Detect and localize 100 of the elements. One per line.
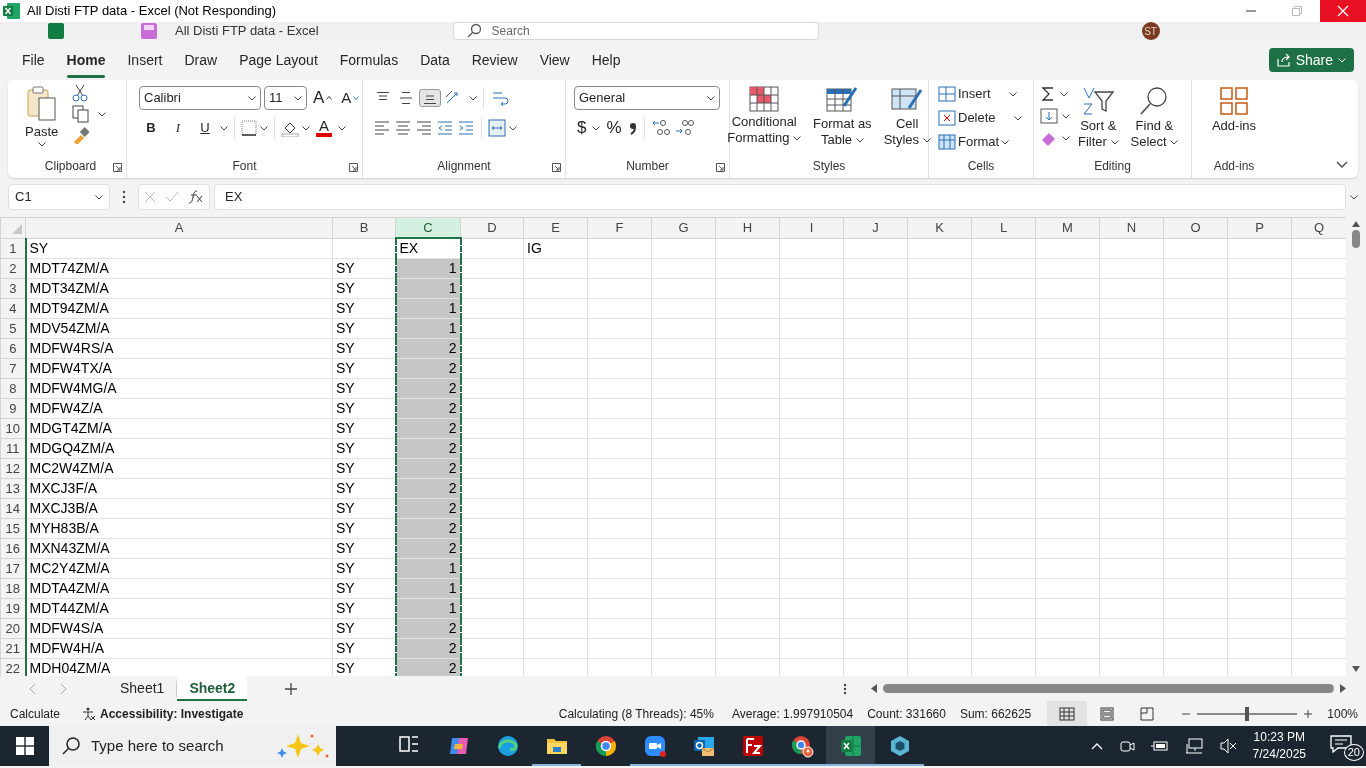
column-header[interactable]: N (1099, 217, 1164, 238)
eraser-icon[interactable] (1040, 130, 1058, 146)
column-header[interactable]: F (587, 217, 652, 238)
cell[interactable]: MYH83B/A (25, 518, 333, 539)
format-as-table-button[interactable]: Format as Table (809, 84, 876, 150)
comma-style-icon[interactable] (627, 120, 638, 136)
cell[interactable]: MXCJ3B/A (25, 498, 333, 519)
cell[interactable]: MC2W4ZM/A (25, 458, 333, 479)
row-header[interactable]: 8 (0, 378, 26, 399)
column-header[interactable]: B (332, 217, 396, 238)
insert-cells-button[interactable]: Insert (935, 84, 1020, 104)
row-header[interactable]: 14 (0, 498, 26, 519)
dialog-launcher-icon[interactable] (349, 163, 358, 172)
cell[interactable]: 2 (395, 498, 461, 519)
find-select-button[interactable]: Find & Select (1126, 84, 1183, 152)
taskbar-search-field[interactable]: Type here to search (49, 726, 336, 766)
dialog-launcher-icon[interactable] (552, 163, 561, 172)
row-header[interactable]: 3 (0, 278, 26, 299)
fill-down-icon[interactable] (1040, 108, 1058, 124)
ribbon-tab[interactable]: Page Layout (229, 45, 328, 75)
cell[interactable]: 2 (395, 638, 461, 659)
row-header[interactable]: 18 (0, 578, 26, 599)
cell[interactable]: 2 (395, 458, 461, 479)
cell[interactable]: 1 (395, 258, 461, 279)
column-header[interactable]: E (523, 217, 588, 238)
cell-styles-button[interactable]: Cell Styles (879, 84, 935, 150)
battery-icon[interactable] (1150, 740, 1169, 752)
italic-button[interactable]: I (166, 118, 190, 138)
align-right-icon[interactable] (415, 120, 433, 136)
cell[interactable]: 1 (395, 278, 461, 299)
row-header[interactable]: 19 (0, 598, 26, 619)
dialog-launcher-icon[interactable] (716, 163, 725, 172)
column-header[interactable]: H (715, 217, 780, 238)
row-header[interactable]: 4 (0, 298, 26, 319)
ribbon-tab[interactable]: View (529, 45, 580, 75)
column-header[interactable]: G (651, 217, 716, 238)
ribbon-tab[interactable]: Home (56, 45, 116, 75)
zoom-in-icon[interactable] (1303, 708, 1314, 719)
share-button[interactable]: Share (1268, 48, 1354, 72)
function-icon[interactable] (188, 190, 205, 204)
column-header[interactable]: I (779, 217, 844, 238)
paste-button[interactable]: Paste (21, 84, 63, 149)
column-header[interactable]: O (1163, 217, 1228, 238)
column-header[interactable]: P (1227, 217, 1292, 238)
taskbar-clock[interactable]: 10:23 PM 7/24/2025 (1252, 729, 1306, 763)
row-header[interactable]: 6 (0, 338, 26, 359)
percent-button[interactable]: % (603, 118, 625, 138)
scrollbar-thumb[interactable] (883, 684, 1334, 693)
font-color-button[interactable]: A (313, 117, 335, 139)
cell[interactable]: MDFW4Z/A (25, 398, 333, 419)
bold-button[interactable]: B (139, 118, 163, 138)
row-header[interactable]: 9 (0, 398, 26, 419)
cell[interactable]: 2 (395, 358, 461, 379)
scroll-up-icon[interactable] (1352, 221, 1360, 227)
column-header[interactable]: M (1035, 217, 1100, 238)
decrease-font-button[interactable]: A (338, 88, 363, 108)
scroll-left-icon[interactable] (871, 684, 877, 693)
scrollbar-thumb[interactable] (1352, 230, 1360, 248)
cell[interactable]: MDGT4ZM/A (25, 418, 333, 439)
cell[interactable]: MDGQ4ZM/A (25, 438, 333, 459)
row-header[interactable]: 16 (0, 538, 26, 559)
cell[interactable]: 1 (395, 598, 461, 619)
sum-icon[interactable] (1040, 86, 1056, 102)
muted-speaker-icon[interactable] (1218, 738, 1237, 754)
check-icon[interactable] (165, 191, 179, 203)
merge-cells-icon[interactable] (488, 119, 506, 137)
cell[interactable]: 2 (395, 338, 461, 359)
column-header[interactable]: D (460, 217, 524, 238)
ribbon-tab[interactable]: Formulas (329, 45, 409, 75)
ribbon-tab[interactable]: Insert (117, 45, 173, 75)
cell[interactable]: MDT34ZM/A (25, 278, 333, 299)
more-icon[interactable] (843, 682, 847, 695)
cell[interactable]: 2 (395, 618, 461, 639)
view-button[interactable] (1047, 701, 1088, 726)
cell[interactable]: 2 (395, 478, 461, 499)
number-format-field[interactable]: General (574, 86, 720, 110)
scroll-right-icon[interactable] (1340, 684, 1346, 693)
column-header[interactable]: J (843, 217, 908, 238)
add-sheet-icon[interactable] (285, 682, 298, 695)
cut-icon[interactable] (72, 84, 89, 102)
column-header[interactable]: C (395, 217, 461, 238)
name-box[interactable]: C1 (8, 184, 110, 210)
copy-icon[interactable] (72, 105, 91, 123)
zoom-slider-thumb[interactable] (1245, 706, 1250, 721)
font-size-field[interactable]: 11 (264, 86, 307, 110)
cell[interactable]: MDV54ZM/A (25, 318, 333, 339)
zoom-percentage[interactable]: 100% (1327, 704, 1358, 723)
cell[interactable]: EX (395, 238, 461, 259)
dialog-launcher-icon[interactable] (113, 163, 122, 172)
cell[interactable]: MDT94ZM/A (25, 298, 333, 319)
cell[interactable]: 2 (395, 398, 461, 419)
column-header[interactable]: K (907, 217, 972, 238)
row-header[interactable]: 13 (0, 478, 26, 499)
cell[interactable]: IG (523, 238, 588, 259)
cell[interactable]: MDFW4RS/A (25, 338, 333, 359)
collapse-ribbon-icon[interactable] (1336, 161, 1348, 168)
column-header[interactable]: Q (1291, 217, 1346, 238)
format-painter-icon[interactable] (72, 126, 91, 144)
align-center-icon[interactable] (394, 120, 412, 136)
row-header[interactable]: 2 (0, 258, 26, 279)
